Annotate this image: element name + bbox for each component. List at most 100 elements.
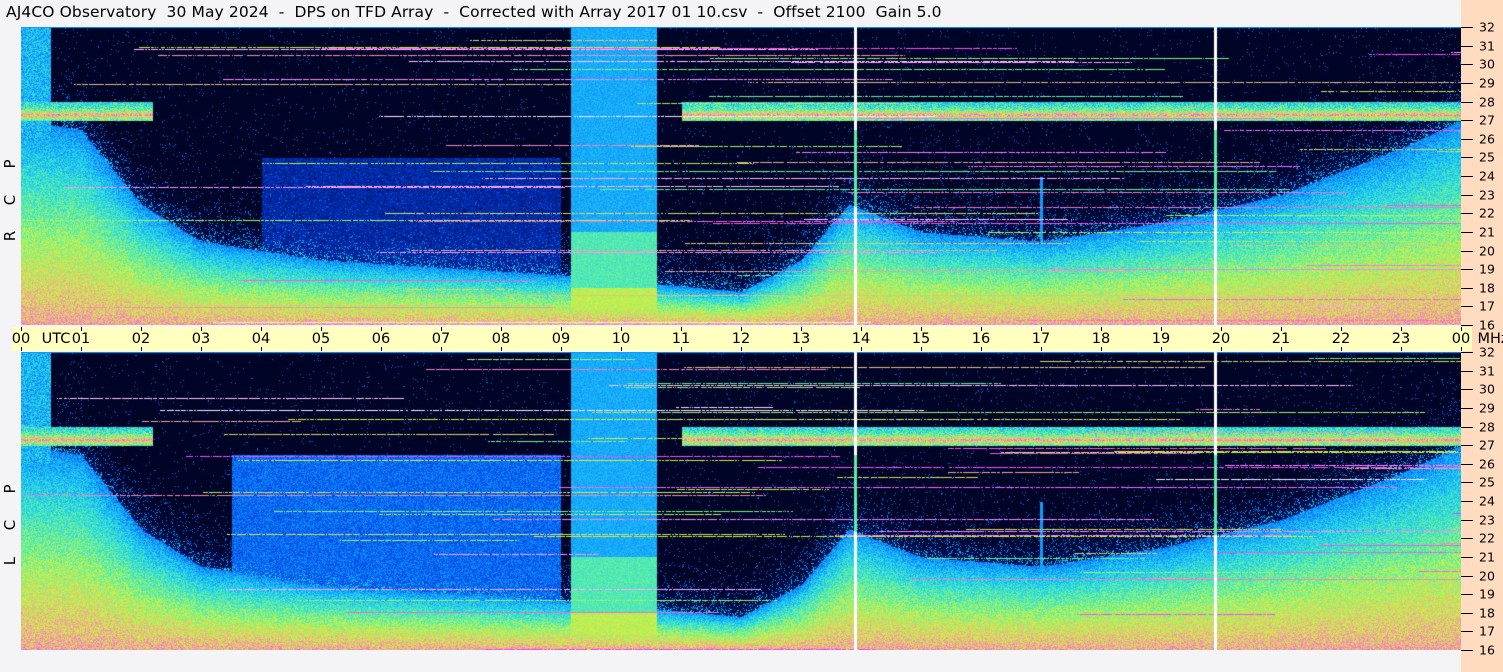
time-tick bbox=[1461, 347, 1462, 351]
frequency-tick bbox=[1461, 64, 1473, 66]
frequency-tick bbox=[1461, 231, 1473, 233]
frequency-tick-label: 32 bbox=[1479, 19, 1495, 35]
frequency-tick-label: 17 bbox=[1479, 298, 1495, 314]
frequency-tick-label: 25 bbox=[1479, 149, 1495, 165]
frequency-tick bbox=[1461, 445, 1473, 447]
frequency-tick-label: 26 bbox=[1479, 131, 1495, 147]
frequency-tick bbox=[1461, 101, 1473, 103]
frequency-tick bbox=[1461, 120, 1473, 122]
time-tick bbox=[681, 347, 682, 351]
time-tick-label: 02 bbox=[131, 331, 151, 347]
time-tick bbox=[861, 347, 862, 351]
time-tick-label: 15 bbox=[911, 331, 931, 347]
frequency-tick bbox=[1461, 426, 1473, 428]
frequency-tick-label: 21 bbox=[1479, 224, 1495, 240]
time-tick bbox=[1281, 347, 1282, 351]
frequency-tick-label: 26 bbox=[1479, 456, 1495, 472]
time-tick-label: 08 bbox=[491, 331, 511, 347]
frequency-tick bbox=[1461, 352, 1473, 353]
frequency-tick bbox=[1461, 306, 1473, 308]
frequency-tick-label: 22 bbox=[1479, 530, 1495, 546]
frequency-tick-label: 29 bbox=[1479, 75, 1495, 91]
frequency-tick bbox=[1461, 650, 1473, 651]
time-tick bbox=[201, 347, 202, 351]
time-tick-label: 12 bbox=[731, 331, 751, 347]
frequency-tick bbox=[1461, 407, 1473, 409]
frequency-tick-label: 21 bbox=[1479, 549, 1495, 565]
frequency-tick bbox=[1461, 370, 1473, 372]
time-tick-label: 07 bbox=[431, 331, 451, 347]
time-tick bbox=[1041, 347, 1042, 351]
frequency-tick-label: 18 bbox=[1479, 280, 1495, 296]
frequency-tick-label: 30 bbox=[1479, 381, 1495, 397]
time-tick-label: 21 bbox=[1271, 331, 1291, 347]
frequency-tick-label: 25 bbox=[1479, 474, 1495, 490]
time-tick bbox=[141, 347, 142, 351]
frequency-tick-label: 27 bbox=[1479, 112, 1495, 128]
frequency-tick-label: 18 bbox=[1479, 605, 1495, 621]
time-tick-label: 13 bbox=[791, 331, 811, 347]
frequency-tick bbox=[1461, 519, 1473, 521]
polarization-label-letter: R bbox=[1, 230, 19, 242]
time-tick bbox=[561, 347, 562, 351]
time-tick-label: 14 bbox=[851, 331, 871, 347]
time-tick bbox=[981, 347, 982, 351]
time-tick-label: 00 bbox=[1451, 331, 1471, 347]
frequency-tick-label: 29 bbox=[1479, 400, 1495, 416]
frequency-tick-label: 28 bbox=[1479, 94, 1495, 109]
time-tick bbox=[321, 347, 322, 351]
frequency-tick bbox=[1461, 27, 1473, 28]
time-tick bbox=[1101, 347, 1102, 351]
frequency-tick bbox=[1461, 631, 1473, 633]
frequency-tick bbox=[1461, 612, 1473, 614]
time-tick-label: 23 bbox=[1391, 331, 1411, 347]
time-tick-label: 20 bbox=[1211, 331, 1231, 347]
lcp-spectrogram-panel bbox=[21, 352, 1461, 650]
time-tick-label: 01 bbox=[71, 331, 91, 347]
frequency-tick-label: 31 bbox=[1479, 363, 1495, 379]
time-tick-label: 10 bbox=[611, 331, 631, 347]
time-tick bbox=[801, 347, 802, 351]
chart-title: AJ4CO Observatory 30 May 2024 - DPS on T… bbox=[6, 3, 942, 21]
time-axis-label: UTC bbox=[41, 331, 71, 347]
polarization-label-letter: L bbox=[1, 556, 19, 566]
time-tick bbox=[501, 347, 502, 351]
frequency-tick-label: 31 bbox=[1479, 38, 1495, 54]
time-tick-label: 04 bbox=[251, 331, 271, 347]
time-tick-label: 11 bbox=[671, 331, 691, 347]
frequency-tick-label: 17 bbox=[1479, 623, 1495, 639]
time-tick bbox=[1341, 347, 1342, 351]
time-tick bbox=[1221, 347, 1222, 351]
frequency-tick bbox=[1461, 176, 1473, 177]
frequency-tick-label: 22 bbox=[1479, 205, 1495, 221]
frequency-tick bbox=[1461, 501, 1473, 502]
time-tick-label: 22 bbox=[1331, 331, 1351, 347]
frequency-tick bbox=[1461, 325, 1473, 326]
polarization-label-letter: P bbox=[1, 159, 19, 169]
time-tick-label: 06 bbox=[371, 331, 391, 347]
frequency-tick bbox=[1461, 482, 1473, 484]
frequency-tick-label: 16 bbox=[1479, 642, 1495, 658]
time-tick-label: 00 bbox=[11, 331, 31, 347]
time-tick-label: 03 bbox=[191, 331, 211, 347]
time-tick bbox=[621, 347, 622, 351]
frequency-tick bbox=[1461, 194, 1473, 196]
time-tick bbox=[381, 347, 382, 351]
frequency-tick bbox=[1461, 213, 1473, 215]
frequency-tick-label: 23 bbox=[1479, 512, 1495, 528]
frequency-tick bbox=[1461, 594, 1473, 596]
time-tick-label: 16 bbox=[971, 331, 991, 347]
frequency-tick bbox=[1461, 575, 1473, 577]
frequency-tick bbox=[1461, 538, 1473, 540]
frequency-tick-label: 28 bbox=[1479, 419, 1495, 434]
frequency-tick-label: 30 bbox=[1479, 56, 1495, 72]
frequency-tick bbox=[1461, 269, 1473, 271]
frequency-tick-label: 27 bbox=[1479, 437, 1495, 453]
frequency-tick-label: 23 bbox=[1479, 187, 1495, 203]
polarization-label-letter: P bbox=[1, 484, 19, 494]
frequency-tick bbox=[1461, 250, 1473, 252]
time-tick bbox=[21, 347, 22, 351]
time-tick bbox=[1401, 347, 1402, 351]
polarization-label-letter: C bbox=[1, 519, 19, 531]
polarization-label-letter: C bbox=[1, 194, 19, 206]
